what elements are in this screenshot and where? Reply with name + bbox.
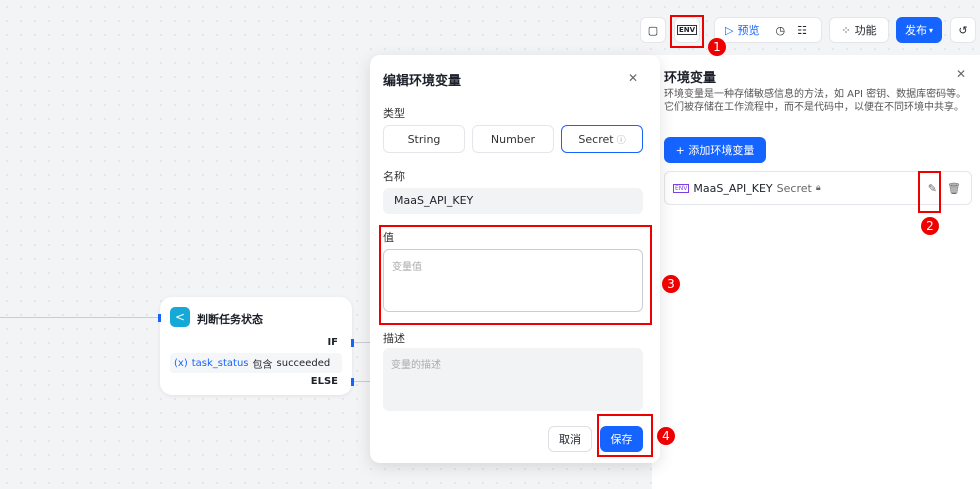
variable-type: Secret bbox=[776, 181, 812, 195]
type-number[interactable]: Number bbox=[472, 125, 554, 153]
node-title: 判断任务状态 bbox=[197, 313, 263, 326]
type-secret[interactable]: Secret ⓘ bbox=[561, 125, 643, 153]
name-input[interactable]: MaaS_API_KEY bbox=[383, 188, 643, 214]
else-label: ELSE bbox=[310, 376, 338, 387]
condition-row: (x) task_status 包含 succeeded bbox=[170, 353, 342, 373]
edge-else bbox=[352, 381, 372, 382]
else-port[interactable] bbox=[351, 378, 354, 386]
condition-var: task_status bbox=[191, 357, 249, 369]
play-icon: ▷ bbox=[725, 23, 734, 37]
comment-button[interactable]: ▢ bbox=[640, 17, 666, 43]
condition-value: succeeded bbox=[276, 357, 331, 369]
if-label: IF bbox=[327, 337, 338, 348]
edge-in bbox=[0, 317, 160, 318]
preview-group: ▷ 预览 ◷ ☷ bbox=[714, 17, 822, 43]
variable-name: MaaS_API_KEY bbox=[693, 181, 773, 195]
annotation-1: 1 bbox=[708, 38, 726, 56]
cancel-button[interactable]: 取消 bbox=[548, 426, 592, 452]
checklist-icon[interactable]: ☷ bbox=[797, 24, 807, 37]
chevron-down-icon: ▾ bbox=[928, 25, 933, 35]
features-icon: ⁘ bbox=[841, 23, 851, 37]
annotation-box-4 bbox=[597, 414, 653, 457]
edge-if bbox=[352, 342, 372, 343]
annotation-4: 4 bbox=[657, 427, 675, 445]
env-panel: 环境变量 ✕ 环境变量是一种存储敏感信息的方法，如 API 密钥、数据库密码等。… bbox=[652, 55, 980, 489]
history-run-icon[interactable]: ◷ bbox=[775, 24, 785, 37]
condition-node[interactable]: < 判断任务状态 IF (x) task_status 包含 succeeded… bbox=[158, 297, 354, 395]
annotation-2: 2 bbox=[921, 217, 939, 235]
publish-button[interactable]: 发布 ▾ bbox=[896, 17, 942, 43]
description-label: 描述 bbox=[383, 332, 405, 345]
add-variable-button[interactable]: + 添加环境变量 bbox=[664, 137, 766, 163]
name-label: 名称 bbox=[383, 170, 405, 183]
annotation-box-3 bbox=[379, 225, 652, 325]
features-label: 功能 bbox=[854, 24, 877, 37]
type-string[interactable]: String bbox=[383, 125, 465, 153]
input-port[interactable] bbox=[158, 314, 161, 322]
branch-icon: < bbox=[170, 307, 190, 327]
panel-title: 环境变量 bbox=[664, 71, 717, 86]
annotation-3: 3 bbox=[662, 275, 680, 293]
features-button[interactable]: ⁘ 功能 bbox=[829, 17, 889, 43]
type-label: 类型 bbox=[383, 107, 405, 120]
type-secret-label: Secret bbox=[578, 132, 614, 146]
lock-icon: 🔒︎ bbox=[815, 183, 821, 193]
help-icon: ⓘ bbox=[616, 135, 626, 146]
condition-op: 包含 bbox=[252, 359, 273, 371]
dialog-title: 编辑环境变量 bbox=[383, 74, 462, 89]
close-icon[interactable]: ✕ bbox=[628, 71, 638, 85]
publish-label: 发布 bbox=[904, 24, 927, 37]
description-input[interactable]: 变量的描述 bbox=[383, 348, 643, 411]
if-port[interactable] bbox=[351, 339, 354, 347]
history-button[interactable]: ↺ bbox=[950, 17, 976, 43]
delete-icon[interactable]: 🗑︎ bbox=[947, 182, 961, 195]
close-icon[interactable]: ✕ bbox=[956, 67, 966, 81]
variable-icon: (x) bbox=[174, 357, 188, 369]
annotation-box-2 bbox=[918, 171, 941, 213]
preview-button[interactable]: 预览 bbox=[737, 22, 759, 38]
env-icon: ENV bbox=[673, 183, 690, 193]
annotation-box-1 bbox=[670, 15, 704, 48]
panel-description: 环境变量是一种存储敏感信息的方法，如 API 密钥、数据库密码等。它们被存储在工… bbox=[664, 89, 967, 113]
